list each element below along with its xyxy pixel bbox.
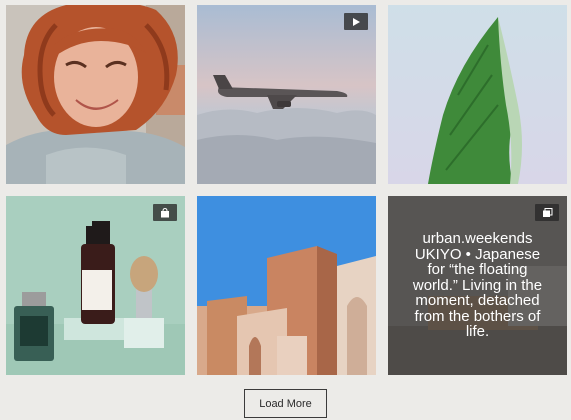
shop-badge: [153, 204, 177, 221]
building-photo: [197, 196, 376, 375]
gallery-badge: [535, 204, 559, 221]
caption-line: moment, detached: [415, 292, 540, 310]
caption-line: UKIYO • Japanese: [414, 245, 541, 263]
gallery-icon: [542, 207, 552, 217]
gallery-tile-interior[interactable]: urban.weekends UKIYO • Japanese for “the…: [388, 196, 567, 375]
gallery-tile-leaf[interactable]: [388, 5, 567, 184]
play-icon: [353, 17, 360, 26]
post-caption: urban.weekends UKIYO • Japanese for “the…: [413, 231, 542, 340]
shopping-bag-icon: [161, 207, 169, 217]
caption-line: for “the floating: [427, 261, 528, 279]
caption-line: life.: [465, 323, 490, 341]
products-photo: [6, 196, 185, 375]
caption-line: urban.weekends: [422, 230, 533, 248]
load-more-button[interactable]: Load More: [244, 389, 327, 418]
airplane-photo: [197, 5, 376, 184]
media-gallery: urban.weekends UKIYO • Japanese for “the…: [0, 0, 571, 420]
caption-overlay: urban.weekends UKIYO • Japanese for “the…: [388, 196, 567, 375]
gallery-tile-airplane[interactable]: [197, 5, 376, 184]
leaf-photo: [388, 5, 567, 184]
gallery-tile-building[interactable]: [197, 196, 376, 375]
gallery-tile-woman[interactable]: [6, 5, 185, 184]
caption-line: from the bothers of: [414, 307, 541, 325]
woman-photo: [6, 5, 185, 184]
gallery-tile-products[interactable]: [6, 196, 185, 375]
caption-line: world.” Living in the: [412, 276, 543, 294]
video-badge: [344, 13, 368, 30]
